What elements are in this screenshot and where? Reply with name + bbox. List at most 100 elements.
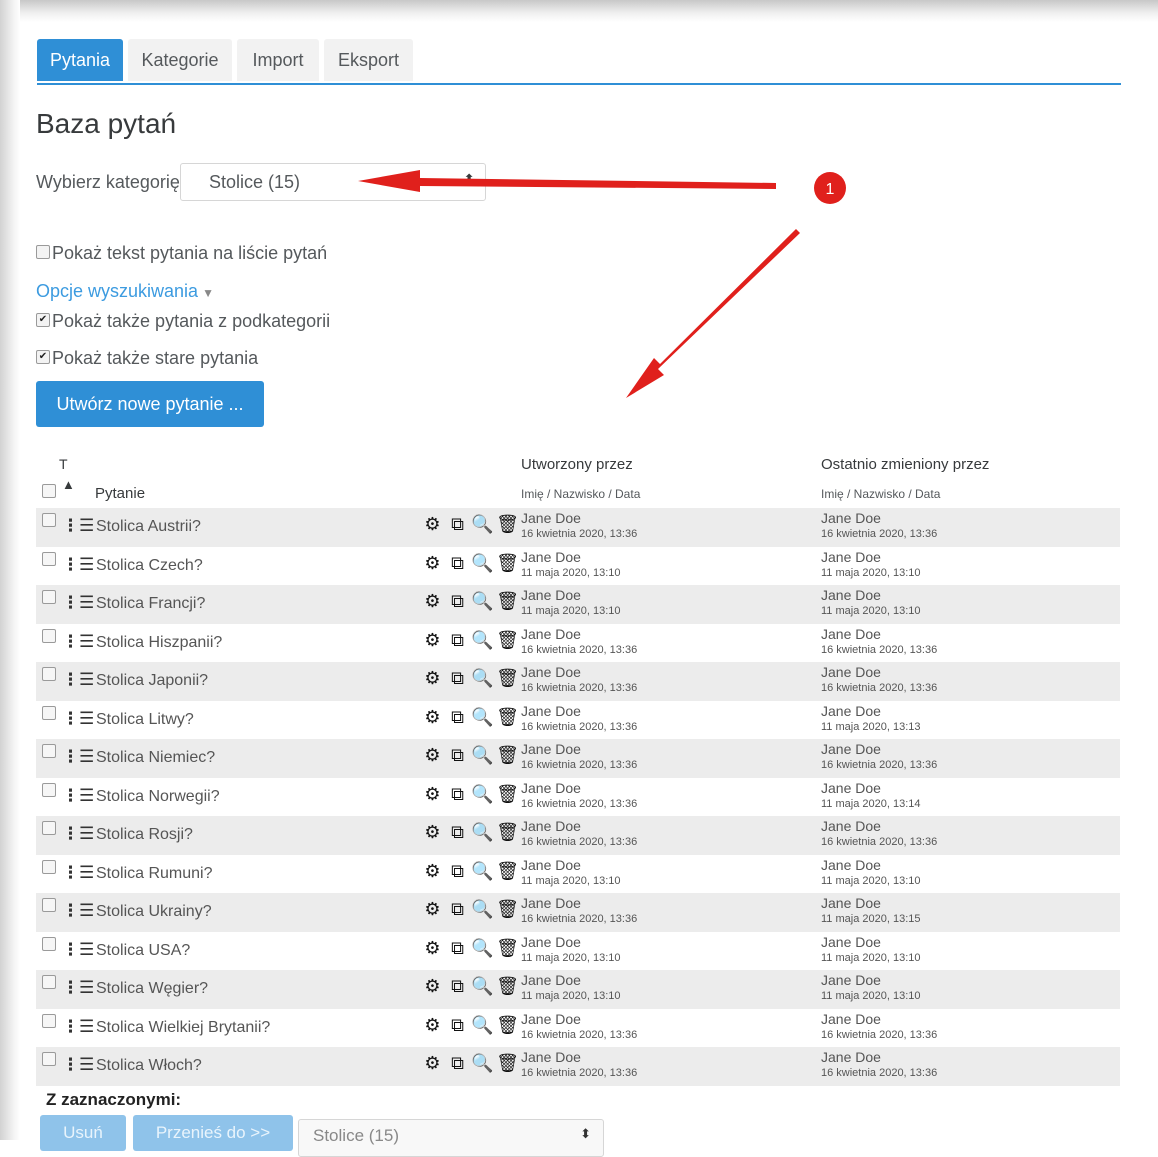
question-name[interactable]: Stolica Czech? xyxy=(96,557,203,575)
preview-icon[interactable]: 🔍 xyxy=(471,899,496,920)
preview-icon[interactable]: 🔍 xyxy=(471,630,496,651)
preview-icon[interactable]: 🔍 xyxy=(471,745,496,766)
question-name[interactable]: Stolica Niemiec? xyxy=(96,749,215,767)
gear-icon[interactable]: ⚙ xyxy=(421,784,446,805)
question-name[interactable]: Stolica Włoch? xyxy=(96,1057,202,1075)
caret-up-icon[interactable]: ▲ xyxy=(62,477,75,492)
checkbox-unchecked-icon[interactable] xyxy=(36,245,50,260)
trash-icon[interactable]: 🗑 xyxy=(496,707,521,728)
option-subcategories[interactable]: ✔ Pokaż także pytania z podkategorii xyxy=(36,311,330,332)
gear-icon[interactable]: ⚙ xyxy=(421,591,446,612)
trash-icon[interactable]: 🗑 xyxy=(496,745,521,766)
col-header-type[interactable]: T xyxy=(59,456,68,472)
preview-icon[interactable]: 🔍 xyxy=(471,591,496,612)
preview-icon[interactable]: 🔍 xyxy=(471,1053,496,1074)
trash-icon[interactable]: 🗑 xyxy=(496,630,521,651)
question-name[interactable]: Stolica Węgier? xyxy=(96,980,208,998)
row-checkbox[interactable] xyxy=(42,705,56,720)
preview-icon[interactable]: 🔍 xyxy=(471,1015,496,1036)
row-checkbox[interactable] xyxy=(42,513,56,527)
question-name[interactable]: Stolica Litwy? xyxy=(96,711,194,729)
gear-icon[interactable]: ⚙ xyxy=(421,630,446,651)
duplicate-icon[interactable]: ⧉ xyxy=(446,630,471,651)
preview-icon[interactable]: 🔍 xyxy=(471,553,496,574)
trash-icon[interactable]: 🗑 xyxy=(496,1053,521,1074)
trash-icon[interactable]: 🗑 xyxy=(496,591,521,612)
duplicate-icon[interactable]: ⧉ xyxy=(446,822,471,843)
question-name[interactable]: Stolica Francji? xyxy=(96,595,205,613)
gear-icon[interactable]: ⚙ xyxy=(421,514,446,535)
duplicate-icon[interactable]: ⧉ xyxy=(446,784,471,805)
duplicate-icon[interactable]: ⧉ xyxy=(446,938,471,959)
checkbox-checked-icon[interactable]: ✔ xyxy=(36,313,50,328)
gear-icon[interactable]: ⚙ xyxy=(421,899,446,920)
duplicate-icon[interactable]: ⧉ xyxy=(446,976,471,997)
row-checkbox[interactable] xyxy=(42,975,56,989)
question-name[interactable]: Stolica Austrii? xyxy=(96,518,201,536)
trash-icon[interactable]: 🗑 xyxy=(496,938,521,959)
duplicate-icon[interactable]: ⧉ xyxy=(446,1015,471,1036)
duplicate-icon[interactable]: ⧉ xyxy=(446,861,471,882)
question-name[interactable]: Stolica Hiszpanii? xyxy=(96,634,222,652)
search-options-toggle[interactable]: Opcje wyszukiwania ▼ xyxy=(36,281,214,302)
trash-icon[interactable]: 🗑 xyxy=(496,514,521,535)
option-show-text[interactable]: Pokaż tekst pytania na liście pytań xyxy=(36,243,327,264)
select-all-checkbox[interactable] xyxy=(42,484,56,498)
duplicate-icon[interactable]: ⧉ xyxy=(446,707,471,728)
question-name[interactable]: Stolica Ukrainy? xyxy=(96,903,212,921)
row-checkbox[interactable] xyxy=(42,667,56,681)
col-subheader-modified[interactable]: Imię / Nazwisko / Data xyxy=(821,487,940,501)
col-header-question[interactable]: Pytanie xyxy=(95,485,145,502)
question-name[interactable]: Stolica Norwegii? xyxy=(96,788,220,806)
preview-icon[interactable]: 🔍 xyxy=(471,861,496,882)
gear-icon[interactable]: ⚙ xyxy=(421,976,446,997)
trash-icon[interactable]: 🗑 xyxy=(496,822,521,843)
move-target-select[interactable]: Stolice (15) ⬍ xyxy=(298,1119,604,1157)
duplicate-icon[interactable]: ⧉ xyxy=(446,1053,471,1074)
row-checkbox[interactable] xyxy=(42,898,56,912)
question-name[interactable]: Stolica USA? xyxy=(96,942,190,960)
col-subheader-created[interactable]: Imię / Nazwisko / Data xyxy=(521,487,640,501)
checkbox-checked-icon[interactable]: ✔ xyxy=(36,350,50,365)
gear-icon[interactable]: ⚙ xyxy=(421,707,446,728)
trash-icon[interactable]: 🗑 xyxy=(496,976,521,997)
move-to-button[interactable]: Przenieś do >> xyxy=(133,1115,293,1151)
duplicate-icon[interactable]: ⧉ xyxy=(446,668,471,689)
preview-icon[interactable]: 🔍 xyxy=(471,784,496,805)
preview-icon[interactable]: 🔍 xyxy=(471,514,496,535)
duplicate-icon[interactable]: ⧉ xyxy=(446,745,471,766)
gear-icon[interactable]: ⚙ xyxy=(421,822,446,843)
row-checkbox[interactable] xyxy=(42,936,56,951)
gear-icon[interactable]: ⚙ xyxy=(421,861,446,882)
gear-icon[interactable]: ⚙ xyxy=(421,745,446,766)
tab-import[interactable]: Import xyxy=(237,39,319,81)
row-checkbox[interactable] xyxy=(42,1013,56,1028)
delete-button[interactable]: Usuń xyxy=(40,1115,126,1151)
trash-icon[interactable]: 🗑 xyxy=(496,784,521,805)
row-checkbox[interactable] xyxy=(42,628,56,643)
option-old-questions[interactable]: ✔ Pokaż także stare pytania xyxy=(36,348,258,369)
row-checkbox[interactable] xyxy=(42,744,56,758)
preview-icon[interactable]: 🔍 xyxy=(471,707,496,728)
trash-icon[interactable]: 🗑 xyxy=(496,861,521,882)
trash-icon[interactable]: 🗑 xyxy=(496,1015,521,1036)
duplicate-icon[interactable]: ⧉ xyxy=(446,899,471,920)
row-checkbox[interactable] xyxy=(42,1052,56,1066)
duplicate-icon[interactable]: ⧉ xyxy=(446,591,471,612)
question-name[interactable]: Stolica Rosji? xyxy=(96,826,193,844)
tab-questions[interactable]: Pytania xyxy=(37,39,123,81)
trash-icon[interactable]: 🗑 xyxy=(496,553,521,574)
preview-icon[interactable]: 🔍 xyxy=(471,976,496,997)
row-checkbox[interactable] xyxy=(42,821,56,835)
gear-icon[interactable]: ⚙ xyxy=(421,938,446,959)
preview-icon[interactable]: 🔍 xyxy=(471,822,496,843)
row-checkbox[interactable] xyxy=(42,859,56,874)
trash-icon[interactable]: 🗑 xyxy=(496,899,521,920)
duplicate-icon[interactable]: ⧉ xyxy=(446,514,471,535)
gear-icon[interactable]: ⚙ xyxy=(421,668,446,689)
question-name[interactable]: Stolica Japonii? xyxy=(96,672,208,690)
row-checkbox[interactable] xyxy=(42,551,56,566)
category-select[interactable]: Stolice (15) ⬍ xyxy=(180,163,486,201)
preview-icon[interactable]: 🔍 xyxy=(471,938,496,959)
question-name[interactable]: Stolica Rumuni? xyxy=(96,865,213,883)
